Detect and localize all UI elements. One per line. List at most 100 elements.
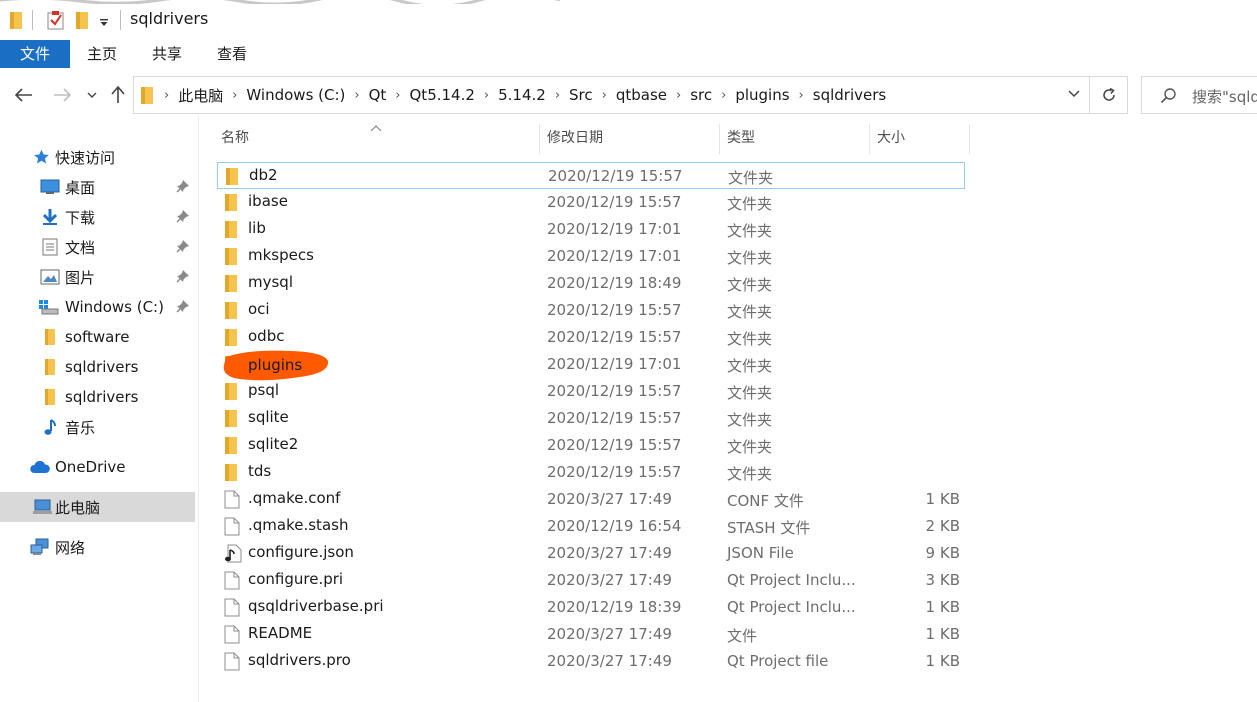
- address-bar[interactable]: › 此电脑 › Windows (C:) › Qt › Qt5.14.2 › 5…: [133, 76, 1090, 114]
- column-divider[interactable]: [719, 124, 720, 154]
- column-divider[interactable]: [969, 124, 970, 154]
- chevron-right-icon[interactable]: ›: [484, 88, 489, 103]
- file-row[interactable]: configure.pri 2020/3/27 17:49 Qt Project I…: [217, 567, 965, 594]
- file-date: 2020/3/27 17:49: [547, 544, 672, 562]
- tab-view[interactable]: 查看: [208, 40, 256, 68]
- folder-row[interactable]: db2 2020/12/19 15:57 文件夹: [217, 162, 965, 189]
- breadcrumb-item[interactable]: Qt: [369, 86, 387, 104]
- pin-icon[interactable]: [176, 209, 190, 227]
- breadcrumb-item[interactable]: Qt5.14.2: [410, 86, 475, 104]
- document-icon: [40, 237, 60, 257]
- navigation-bar: › 此电脑 › Windows (C:) › Qt › Qt5.14.2 › 5…: [0, 74, 1257, 116]
- file-date: 2020/12/19 18:49: [547, 274, 682, 292]
- download-icon: [40, 207, 60, 227]
- folder-icon[interactable]: [10, 10, 24, 34]
- file-date: 2020/12/19 17:01: [547, 247, 682, 265]
- sidebar-item-downloads[interactable]: 下载: [0, 202, 195, 232]
- new-folder-icon[interactable]: [76, 10, 90, 34]
- pin-icon[interactable]: [176, 299, 190, 317]
- address-history-dropdown[interactable]: [1067, 86, 1081, 104]
- file-row[interactable]: sqldrivers.pro 2020/3/27 17:49 Qt Project …: [217, 648, 965, 675]
- breadcrumb-item[interactable]: src: [690, 86, 712, 104]
- pin-icon[interactable]: [176, 239, 190, 257]
- breadcrumb-item[interactable]: 5.14.2: [498, 86, 546, 104]
- chevron-right-icon[interactable]: ›: [354, 88, 359, 103]
- folder-row[interactable]: ibase 2020/12/19 15:57 文件夹: [217, 189, 965, 216]
- customize-dropdown-icon[interactable]: [99, 14, 109, 32]
- column-divider[interactable]: [869, 124, 870, 154]
- file-type: 文件: [727, 627, 758, 645]
- up-button[interactable]: [106, 82, 130, 108]
- sidebar-item-this-pc[interactable]: 此电脑: [0, 492, 195, 522]
- breadcrumb-item[interactable]: qtbase: [616, 86, 667, 104]
- search-input[interactable]: 搜索"sqldrivers": [1192, 86, 1257, 107]
- tab-file[interactable]: 文件: [0, 40, 70, 68]
- tab-share[interactable]: 共享: [143, 40, 191, 68]
- sidebar-item-pictures[interactable]: 图片: [0, 262, 195, 292]
- recent-locations-button[interactable]: [82, 82, 102, 108]
- file-type: 文件夹: [727, 411, 773, 429]
- file-date: 2020/12/19 15:57: [547, 409, 682, 427]
- chevron-right-icon[interactable]: ›: [555, 88, 560, 103]
- file-row[interactable]: README 2020/3/27 17:49 文件 1 KB: [217, 621, 965, 648]
- breadcrumb-item[interactable]: Src: [569, 86, 593, 104]
- sidebar-item-sqldrivers[interactable]: sqldrivers: [0, 352, 195, 382]
- file-row[interactable]: .qmake.stash 2020/12/19 16:54 STASH 文件 2 KB: [217, 513, 965, 540]
- sidebar-item-windows-c[interactable]: Windows (C:): [0, 292, 195, 322]
- tab-home[interactable]: 主页: [78, 40, 126, 68]
- folder-row[interactable]: sqlite 2020/12/19 15:57 文件夹: [217, 405, 965, 432]
- sidebar-item-quick-access[interactable]: 快速访问: [0, 142, 195, 172]
- forward-button[interactable]: [50, 82, 74, 108]
- file-row[interactable]: configure.json 2020/3/27 17:49 JSON File 9 …: [217, 540, 965, 567]
- properties-icon[interactable]: [47, 10, 65, 34]
- breadcrumb-item[interactable]: 此电脑: [178, 85, 223, 106]
- chevron-right-icon[interactable]: ›: [721, 88, 726, 103]
- search-box[interactable]: 搜索"sqldrivers": [1141, 76, 1257, 114]
- chevron-right-icon[interactable]: ›: [395, 88, 400, 103]
- folder-icon: [40, 387, 60, 407]
- file-name: lib: [248, 219, 266, 237]
- sidebar-item-software[interactable]: software: [0, 322, 195, 352]
- folder-icon: [224, 220, 242, 238]
- chevron-down-icon: [1068, 90, 1080, 98]
- folder-row[interactable]: lib 2020/12/19 17:01 文件夹: [217, 216, 965, 243]
- sidebar-item-label: 网络: [55, 538, 86, 557]
- sidebar-item-onedrive[interactable]: OneDrive: [0, 452, 195, 482]
- folder-row[interactable]: sqlite2 2020/12/19 15:57 文件夹: [217, 432, 965, 459]
- back-button[interactable]: [12, 82, 36, 108]
- sidebar-item-network[interactable]: 网络: [0, 532, 195, 562]
- column-divider[interactable]: [539, 124, 540, 154]
- pin-icon[interactable]: [176, 269, 190, 287]
- chevron-right-icon[interactable]: ›: [799, 88, 804, 103]
- sidebar-item-music[interactable]: 音乐: [0, 412, 195, 442]
- folder-icon: [224, 193, 242, 211]
- folder-row[interactable]: mysql 2020/12/19 18:49 文件夹: [217, 270, 965, 297]
- folder-row[interactable]: oci 2020/12/19 15:57 文件夹: [217, 297, 965, 324]
- folder-row[interactable]: mkspecs 2020/12/19 17:01 文件夹: [217, 243, 965, 270]
- refresh-button[interactable]: [1090, 76, 1128, 114]
- sidebar-item-desktop[interactable]: 桌面: [0, 172, 195, 202]
- sidebar-item-documents[interactable]: 文档: [0, 232, 195, 262]
- breadcrumb-item[interactable]: Windows (C:): [246, 86, 345, 104]
- file-size: 1 KB: [925, 652, 960, 670]
- arrow-right-icon: [54, 88, 71, 102]
- file-name-plugins-overlay[interactable]: plugins: [248, 356, 302, 374]
- file-date: 2020/12/19 15:57: [548, 167, 683, 185]
- column-header-type[interactable]: 类型: [727, 122, 867, 154]
- chevron-right-icon[interactable]: ›: [164, 88, 169, 103]
- pane-divider[interactable]: [198, 116, 199, 702]
- pin-icon[interactable]: [176, 179, 190, 197]
- chevron-right-icon[interactable]: ›: [602, 88, 607, 103]
- column-header-date[interactable]: 修改日期: [547, 122, 717, 154]
- breadcrumb-item[interactable]: sqldrivers: [813, 86, 886, 104]
- file-row[interactable]: .qmake.conf 2020/3/27 17:49 CONF 文件 1 KB: [217, 486, 965, 513]
- column-header-name[interactable]: 名称: [221, 122, 539, 154]
- file-row[interactable]: qsqldriverbase.pri 2020/12/19 18:39 Qt Pro…: [217, 594, 965, 621]
- chevron-right-icon[interactable]: ›: [232, 88, 237, 103]
- folder-row[interactable]: tds 2020/12/19 15:57 文件夹: [217, 459, 965, 486]
- sidebar-item-sqldrivers-2[interactable]: sqldrivers: [0, 382, 195, 412]
- window-title: sqldrivers: [130, 9, 209, 28]
- chevron-right-icon[interactable]: ›: [676, 88, 681, 103]
- breadcrumb-item[interactable]: plugins: [735, 86, 789, 104]
- column-header-size[interactable]: 大小: [877, 122, 967, 154]
